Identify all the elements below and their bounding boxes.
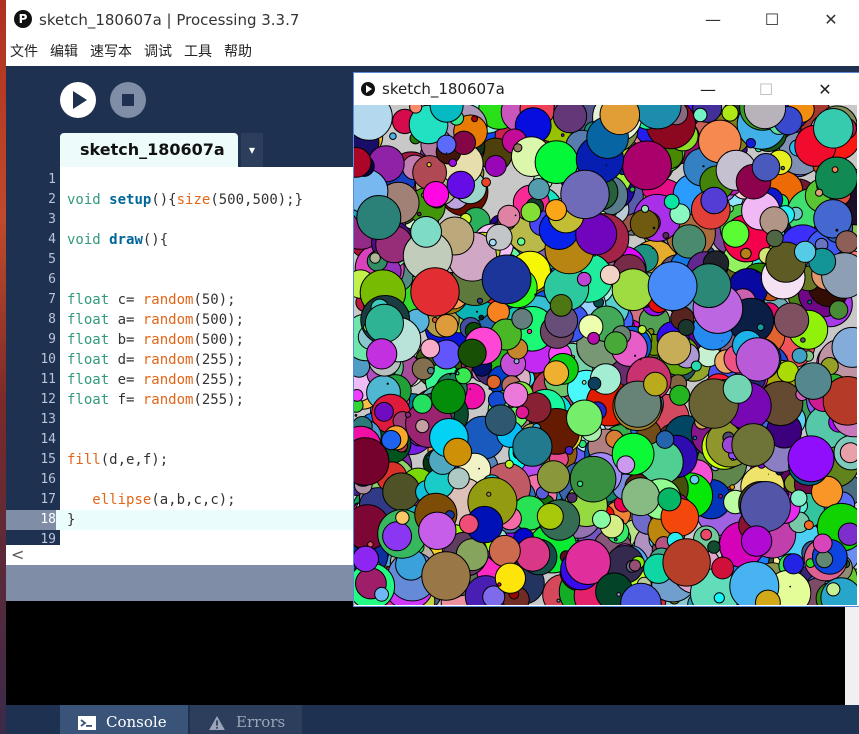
line-number: 12 (40, 392, 56, 407)
warning-icon (209, 716, 225, 730)
stop-button[interactable] (110, 82, 146, 118)
scroll-left-icon[interactable]: < (11, 545, 24, 564)
tab-errors[interactable]: Errors (190, 705, 302, 734)
code-line[interactable]: 19 (6, 530, 354, 545)
maximize-button[interactable]: ☐ (760, 8, 784, 32)
line-number: 4 (48, 232, 56, 247)
code-line[interactable]: 7 float c= random(50); (6, 290, 354, 310)
console-tab-label: Console (106, 713, 167, 731)
menu-debug[interactable]: 调试 (144, 40, 172, 64)
code-line[interactable]: 4 void draw(){ (6, 230, 354, 250)
code-text: void setup(){size(500,500);} (67, 192, 304, 208)
tab-sketch[interactable]: sketch_180607a (60, 133, 238, 167)
code-text: float c= random(50); (67, 292, 236, 308)
line-number: 6 (48, 272, 56, 287)
code-line[interactable]: 11 float e= random(255); (6, 370, 354, 390)
line-number: 15 (40, 452, 56, 467)
menu-file[interactable]: 文件 (10, 40, 38, 64)
code-line[interactable]: 12 float f= random(255); (6, 390, 354, 410)
line-number: 13 (40, 412, 56, 427)
sketch-minimize-button[interactable]: — (696, 79, 720, 101)
code-line[interactable]: 3 (6, 210, 354, 230)
line-number: 1 (48, 172, 56, 187)
horizontal-scrollbar[interactable]: < (6, 545, 354, 565)
code-editor[interactable]: 1 2 void setup(){size(500,500);} 3 4 void dra… (6, 167, 354, 545)
console-icon (78, 716, 96, 730)
code-text: } (67, 512, 76, 528)
random-circles-drawing (354, 105, 857, 605)
menu-bar: 文件 编辑 速写本 调试 工具 帮助 (6, 40, 859, 66)
code-line[interactable]: 10 float d= random(255); (6, 350, 354, 370)
code-text: float f= random(255); (67, 392, 245, 408)
console-tab-bar: Console Errors (6, 705, 859, 734)
sketch-window-title: sketch_180607a (382, 80, 505, 98)
code-line[interactable]: 16 (6, 470, 354, 490)
code-line[interactable]: 1 (6, 170, 354, 190)
window-title: sketch_180607a | Processing 3.3.7 (39, 11, 300, 29)
sketch-close-button[interactable]: ✕ (813, 79, 837, 101)
line-number: 7 (48, 292, 56, 307)
processing-logo-icon: P (14, 10, 32, 28)
line-number: 2 (48, 192, 56, 207)
line-number: 5 (48, 252, 56, 267)
menu-edit[interactable]: 编辑 (50, 40, 78, 64)
minimize-button[interactable]: — (701, 8, 725, 32)
code-line[interactable]: 13 (6, 410, 354, 430)
code-line[interactable]: 8 float a= random(500); (6, 310, 354, 330)
console-scrollbar[interactable] (845, 601, 859, 705)
code-text: float e= random(255); (67, 372, 245, 388)
code-line[interactable]: 15 fill(d,e,f); (6, 450, 354, 470)
code-text: ellipse(a,b,c,c); (92, 492, 236, 508)
code-text: fill(d,e,f); (67, 452, 169, 468)
sketch-window: sketch_180607a — ☐ ✕ (353, 72, 859, 607)
close-button[interactable]: ✕ (819, 8, 843, 32)
console-area[interactable] (6, 601, 859, 705)
run-button[interactable] (60, 82, 96, 118)
title-bar: P sketch_180607a | Processing 3.3.7 — ☐ … (6, 0, 859, 40)
code-text: void draw(){ (67, 232, 169, 248)
code-text: float d= random(255); (67, 352, 245, 368)
sketch-maximize-button[interactable]: ☐ (754, 79, 778, 101)
code-line[interactable]: 14 (6, 430, 354, 450)
menu-help[interactable]: 帮助 (224, 40, 252, 64)
menu-sketch[interactable]: 速写本 (90, 40, 132, 64)
line-number: 10 (40, 352, 56, 367)
code-line[interactable]: 18} (6, 510, 354, 530)
code-line[interactable]: 9 float b= random(500); (6, 330, 354, 350)
line-number: 11 (40, 372, 56, 387)
menu-tools[interactable]: 工具 (184, 40, 212, 64)
tab-console[interactable]: Console (60, 705, 188, 734)
line-number: 3 (48, 212, 56, 227)
line-number: 17 (40, 492, 56, 507)
line-number: 9 (48, 332, 56, 347)
sketch-play-icon (361, 82, 375, 96)
code-line[interactable]: 2 void setup(){size(500,500);} (6, 190, 354, 210)
line-number: 16 (40, 472, 56, 487)
line-number: 19 (40, 532, 56, 545)
line-number: 18 (6, 510, 56, 530)
line-number: 8 (48, 312, 56, 327)
tab-menu-icon[interactable]: ▾ (241, 133, 263, 167)
code-text: float b= random(500); (67, 332, 245, 348)
code-text: float a= random(500); (67, 312, 245, 328)
code-line[interactable]: 6 (6, 270, 354, 290)
code-line[interactable]: 17 ellipse(a,b,c,c); (6, 490, 354, 510)
line-number: 14 (40, 432, 56, 447)
errors-tab-label: Errors (236, 713, 286, 731)
code-line[interactable]: 5 (6, 250, 354, 270)
sketch-canvas[interactable] (354, 105, 857, 605)
